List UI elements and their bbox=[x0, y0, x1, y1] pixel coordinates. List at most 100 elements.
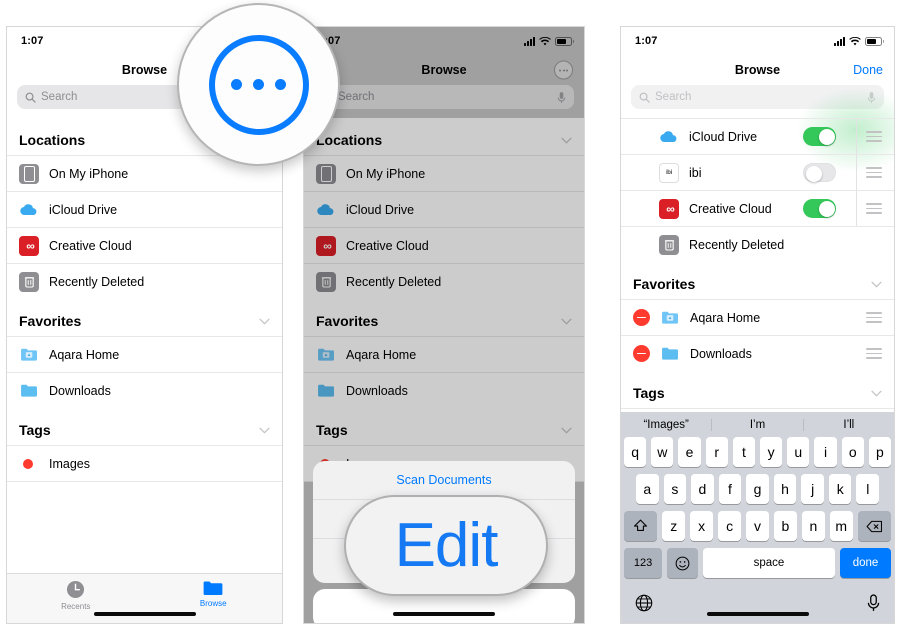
section-header-favorites: Favorites bbox=[7, 299, 282, 336]
section-label: Favorites bbox=[633, 276, 696, 292]
list-item[interactable]: Recently Deleted bbox=[621, 226, 894, 262]
edit-label: Edit bbox=[394, 510, 499, 580]
key-a[interactable]: a bbox=[635, 474, 659, 504]
section-header-favorites: Favorites bbox=[621, 262, 894, 299]
key-h[interactable]: h bbox=[773, 474, 797, 504]
key-s[interactable]: s bbox=[663, 474, 687, 504]
folder-icon bbox=[660, 344, 680, 364]
key-l[interactable]: l bbox=[856, 474, 880, 504]
delete-badge-icon[interactable] bbox=[633, 345, 650, 362]
key-g[interactable]: g bbox=[746, 474, 769, 504]
key-i[interactable]: i bbox=[814, 437, 837, 467]
key-e[interactable]: e bbox=[678, 437, 701, 467]
key-w[interactable]: w bbox=[651, 437, 674, 467]
folder-icon bbox=[19, 345, 39, 365]
chevron-down-icon[interactable] bbox=[871, 390, 882, 397]
key-q[interactable]: q bbox=[623, 437, 647, 467]
list-item[interactable]: Images bbox=[7, 445, 282, 481]
toggle-icloud-drive[interactable] bbox=[803, 127, 836, 146]
list-item[interactable]: ∞ Creative Cloud bbox=[621, 190, 894, 226]
wifi-icon bbox=[849, 36, 861, 45]
chevron-down-icon[interactable] bbox=[259, 427, 270, 434]
trash-icon bbox=[659, 234, 679, 255]
microphone-icon[interactable] bbox=[867, 91, 876, 104]
toggle-creative-cloud[interactable] bbox=[803, 199, 836, 218]
list-item[interactable]: Aqara Home bbox=[621, 299, 894, 335]
reorder-handle-icon[interactable] bbox=[856, 119, 882, 154]
prediction-2[interactable]: I’m bbox=[711, 418, 802, 431]
icloud-icon bbox=[659, 126, 679, 147]
key-m[interactable]: m bbox=[829, 511, 853, 541]
section-label: Tags bbox=[633, 385, 665, 401]
list-item[interactable]: iCloud Drive bbox=[7, 191, 282, 227]
list-item-label: Creative Cloud bbox=[49, 238, 132, 253]
list-item[interactable]: Downloads bbox=[621, 335, 894, 371]
battery-icon bbox=[865, 36, 884, 46]
backspace-key[interactable] bbox=[857, 511, 891, 541]
list-item-label: iCloud Drive bbox=[689, 129, 758, 144]
section-header-tags: Tags bbox=[621, 371, 894, 408]
cellular-bars-icon bbox=[834, 36, 845, 46]
done-button[interactable]: Done bbox=[853, 63, 883, 77]
key-y[interactable]: y bbox=[760, 437, 783, 467]
key-x[interactable]: x bbox=[690, 511, 714, 541]
key-k[interactable]: k bbox=[828, 474, 852, 504]
emoji-key[interactable] bbox=[667, 548, 698, 578]
globe-icon[interactable] bbox=[635, 594, 653, 612]
backspace-icon bbox=[866, 520, 882, 532]
tab-browse[interactable]: Browse bbox=[178, 580, 248, 608]
key-d[interactable]: d bbox=[691, 474, 714, 504]
list-item[interactable]: iCloud Drive bbox=[621, 118, 894, 154]
chevron-down-icon[interactable] bbox=[259, 318, 270, 325]
red-dot-icon bbox=[23, 458, 33, 469]
space-key[interactable]: space bbox=[702, 548, 836, 578]
numbers-key[interactable]: 123 bbox=[624, 548, 663, 578]
list-item-label: ibi bbox=[689, 165, 702, 180]
toggle-ibi[interactable] bbox=[803, 163, 836, 182]
reorder-handle-icon[interactable] bbox=[856, 155, 882, 190]
prediction-3[interactable]: I’ll bbox=[802, 418, 894, 431]
key-c[interactable]: c bbox=[718, 511, 742, 541]
status-icons bbox=[834, 36, 884, 46]
key-f[interactable]: f bbox=[718, 474, 742, 504]
delete-badge-icon[interactable] bbox=[633, 309, 650, 326]
magnifier-more-button bbox=[177, 3, 340, 166]
key-r[interactable]: r bbox=[705, 437, 728, 467]
key-b[interactable]: b bbox=[773, 511, 797, 541]
clock-icon bbox=[67, 580, 85, 599]
reorder-handle-icon[interactable] bbox=[857, 300, 882, 335]
list-item-label: Aqara Home bbox=[49, 347, 120, 362]
list-item[interactable]: Aqara Home bbox=[7, 336, 282, 372]
tab-recents[interactable]: Recents bbox=[41, 580, 111, 611]
list-item-label: Recently Deleted bbox=[689, 237, 785, 252]
key-n[interactable]: n bbox=[801, 511, 825, 541]
trash-icon bbox=[19, 271, 39, 292]
key-o[interactable]: o bbox=[841, 437, 864, 467]
list-item[interactable]: ∞ Creative Cloud bbox=[7, 227, 282, 263]
key-z[interactable]: z bbox=[662, 511, 686, 541]
shift-key[interactable] bbox=[624, 511, 658, 541]
list-item[interactable]: Downloads bbox=[7, 372, 282, 408]
list-item-label: Creative Cloud bbox=[689, 201, 772, 216]
keyboard-done-key[interactable]: done bbox=[840, 548, 891, 578]
prediction-1[interactable]: “Images” bbox=[621, 419, 711, 431]
key-u[interactable]: u bbox=[787, 437, 810, 467]
search-placeholder: Search bbox=[655, 91, 692, 103]
action-scan-documents[interactable]: Scan Documents bbox=[313, 461, 575, 499]
magnifier-edit-button: Edit bbox=[344, 495, 548, 596]
list-item[interactable]: Recently Deleted bbox=[7, 263, 282, 299]
tab-label: Recents bbox=[61, 602, 91, 611]
key-p[interactable]: p bbox=[868, 437, 892, 467]
search-icon bbox=[25, 92, 36, 103]
list-item[interactable]: ibi ibi bbox=[621, 154, 894, 190]
chevron-down-icon[interactable] bbox=[871, 281, 882, 288]
key-v[interactable]: v bbox=[746, 511, 769, 541]
reorder-handle-icon[interactable] bbox=[857, 336, 882, 371]
search-input[interactable]: Search bbox=[631, 85, 884, 109]
folder-icon bbox=[19, 381, 39, 401]
list-item-label: Images bbox=[49, 456, 90, 471]
key-j[interactable]: j bbox=[801, 474, 824, 504]
microphone-icon[interactable] bbox=[867, 594, 880, 612]
reorder-handle-icon[interactable] bbox=[856, 191, 882, 226]
key-t[interactable]: t bbox=[732, 437, 755, 467]
